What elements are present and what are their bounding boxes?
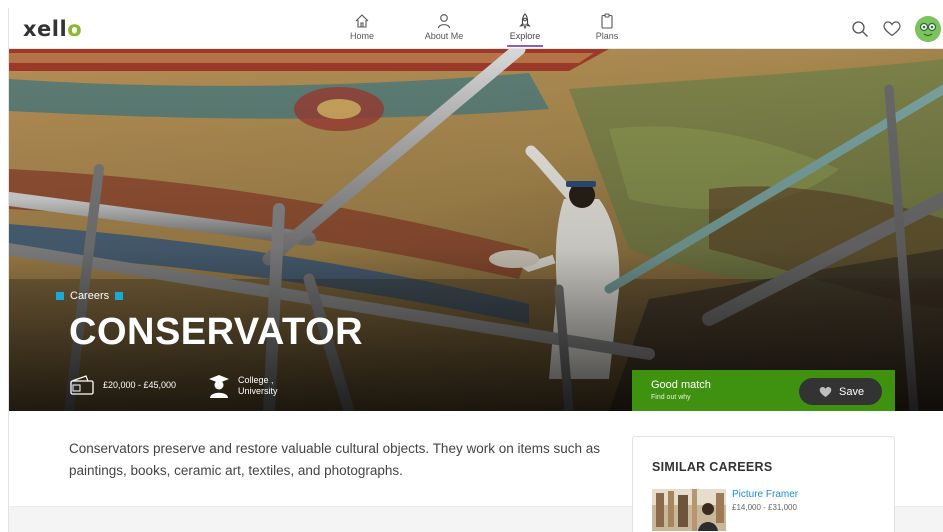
picture-framer-photo xyxy=(652,489,726,531)
career-title: CONSERVATOR xyxy=(69,311,364,353)
nav-plans[interactable]: Plans xyxy=(577,13,637,41)
person-icon xyxy=(437,14,451,29)
heart-icon[interactable] xyxy=(883,21,901,37)
wallet-icon xyxy=(70,375,94,395)
career-hero: Careers CONSERVATOR £20,000 - £45,000 Co… xyxy=(9,49,943,411)
rocket-icon xyxy=(519,13,531,29)
nav-active-indicator xyxy=(507,45,543,47)
hero-photo-conservator-painting-ceiling xyxy=(9,49,943,411)
breadcrumb: Careers xyxy=(56,290,124,302)
breadcrumb-careers-link[interactable]: Careers xyxy=(70,290,109,302)
nav-home-label: Home xyxy=(349,31,374,41)
salary-fact: £20,000 - £45,000 xyxy=(69,374,176,396)
app-frame: xello Home About Me Explore Plans Career… xyxy=(8,8,943,532)
match-label: Good match xyxy=(651,379,711,391)
save-button[interactable]: Save xyxy=(799,378,882,405)
career-description: Conservators preserve and restore valuab… xyxy=(69,441,601,478)
nav-about-me[interactable]: About Me xyxy=(414,13,474,41)
find-out-why-link[interactable]: Find out why xyxy=(651,394,691,401)
similar-career-thumbnail[interactable] xyxy=(652,489,726,531)
nav-about-me-label: About Me xyxy=(424,31,464,41)
education-line-1: College , xyxy=(238,375,274,385)
home-icon xyxy=(355,14,369,28)
clipboard-icon xyxy=(601,13,613,29)
nav-explore-label: Explore xyxy=(509,31,541,41)
match-panel: Good match Find out why Save xyxy=(632,370,895,411)
avatar-face-icon xyxy=(915,16,941,42)
nav-plans-label: Plans xyxy=(595,31,619,41)
heart-filled-icon xyxy=(819,386,832,397)
breadcrumb-marker-left xyxy=(56,292,64,300)
nav-explore[interactable]: Explore xyxy=(495,13,555,47)
avatar[interactable] xyxy=(915,16,941,42)
breadcrumb-marker-right xyxy=(115,292,124,300)
similar-career-name[interactable]: Picture Framer xyxy=(732,489,798,500)
search-icon[interactable] xyxy=(851,20,869,38)
xello-logo[interactable]: xello xyxy=(23,17,82,41)
nav-home[interactable]: Home xyxy=(332,13,392,41)
save-button-label: Save xyxy=(839,385,865,398)
education-line-2: University xyxy=(238,386,278,396)
education-fact: College , University xyxy=(208,374,278,398)
salary-range: £20,000 - £45,000 xyxy=(103,380,177,390)
similar-careers-card: SIMILAR CAREERS Picture Framer £14,000 -… xyxy=(632,436,895,532)
top-header: xello Home About Me Explore Plans xyxy=(9,8,943,49)
similar-career-item[interactable]: Picture Framer £14,000 - £31,000 xyxy=(652,489,882,532)
similar-career-salary: £14,000 - £31,000 xyxy=(732,503,797,512)
similar-careers-heading: SIMILAR CAREERS xyxy=(652,460,773,474)
graduate-icon xyxy=(209,375,229,398)
